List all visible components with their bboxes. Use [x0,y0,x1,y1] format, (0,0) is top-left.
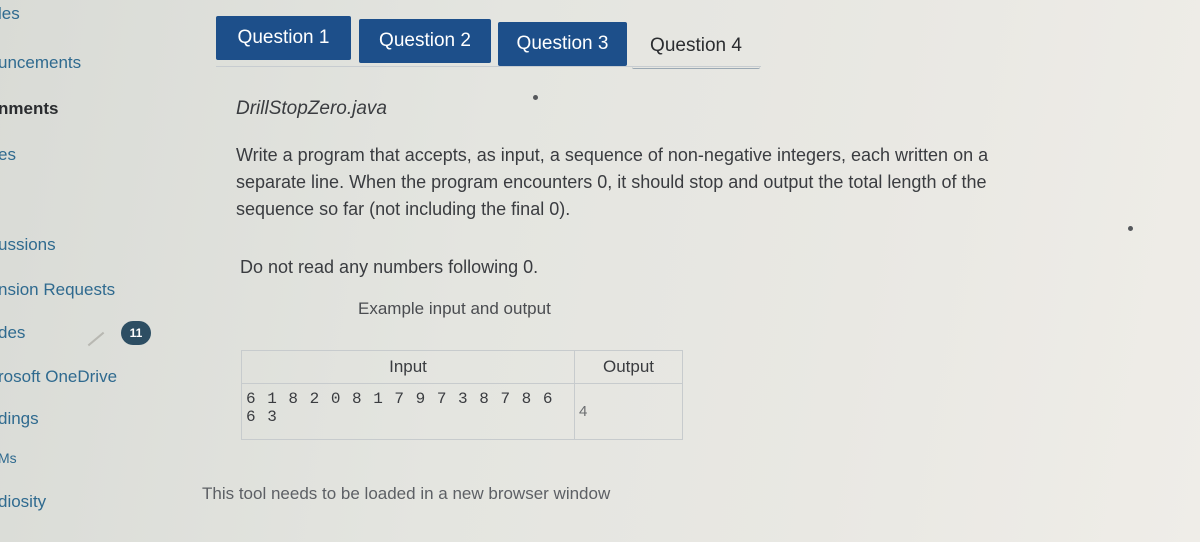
nav-item-extension-requests[interactable]: nsion Requests [0,280,115,300]
nav-item-onedrive[interactable]: rosoft OneDrive [0,367,117,387]
tool-load-notice: This tool needs to be loaded in a new br… [202,484,611,503]
nav-item-grades[interactable]: des [0,323,25,343]
table-header-row: Input Output [241,350,683,384]
example-title: Example input and output [358,299,551,318]
screen-speck [533,95,538,100]
nav-item-discussions[interactable]: ussions [0,235,56,255]
nav-item-modules[interactable]: les [0,4,20,24]
pen-mark [87,331,105,347]
nav-item-readings[interactable]: dings [0,409,39,429]
question-description: Write a program that accepts, as input, … [236,145,989,219]
nav-item-studiosity[interactable]: diosity [0,492,46,512]
file-name: DrillStopZero.java [236,98,387,119]
tab-question-3[interactable]: Question 3 [498,22,627,66]
question-note: Do not read any numbers following 0. [240,257,539,277]
nav-item-files[interactable]: es [0,145,16,165]
tab-question-2[interactable]: Question 2 [359,19,491,63]
input-header: Input [241,350,575,384]
screen-speck [1128,226,1133,231]
tab-question-4[interactable]: Question 4 [632,24,760,69]
table-row: 6 1 8 2 0 8 1 7 9 7 3 8 7 8 6 6 3 4 [241,383,683,440]
tab-question-1[interactable]: Question 1 [216,16,351,60]
output-cell: 4 [574,383,683,440]
input-cell: 6 1 8 2 0 8 1 7 9 7 3 8 7 8 6 6 3 [241,383,575,440]
example-io-table: Input Output 6 1 8 2 0 8 1 7 9 7 3 8 7 8… [241,350,683,440]
tab-divider [216,66,761,67]
nav-item-ms[interactable]: Ms [0,450,17,466]
nav-item-announcements[interactable]: uncements [0,53,81,73]
grades-count-badge: 11 [121,321,151,345]
output-header: Output [574,350,683,384]
course-nav: les uncements nments es ussions nsion Re… [0,0,170,542]
nav-item-assignments[interactable]: nments [0,99,58,119]
